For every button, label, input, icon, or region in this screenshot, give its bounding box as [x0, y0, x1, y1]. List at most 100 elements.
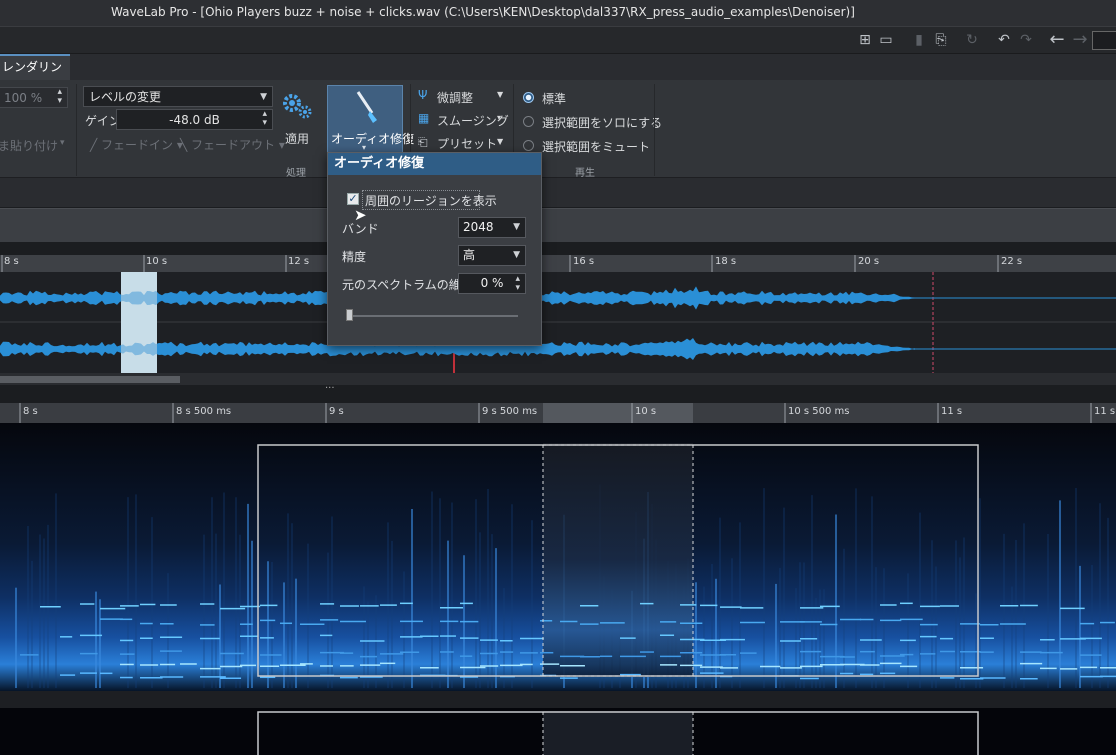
tick-label: 20 s: [858, 256, 880, 267]
audio-repair-popup: オーディオ修復 ✓ 周囲のリージョンを表示 ➤ バンド 2048 ▼ 精度 高 …: [327, 152, 542, 346]
redo-icon[interactable]: ↷: [1017, 31, 1035, 49]
band-select[interactable]: 2048 ▼: [458, 217, 526, 238]
tick-label: 8 s 500 ms: [176, 406, 232, 417]
tab-strip: レンダリング: [0, 54, 1116, 96]
preset-icon: ⎗: [418, 135, 428, 149]
history-icon[interactable]: ↻: [963, 31, 981, 49]
retain-slider-thumb[interactable]: [346, 309, 353, 321]
tick-label: 11 s: [1094, 406, 1116, 417]
band-value: 2048: [463, 220, 494, 234]
spinner-icon: ▴ ▾: [57, 87, 62, 106]
group-label-playback: 再生: [575, 168, 595, 179]
preset-label[interactable]: プリセット: [437, 135, 497, 152]
tick-label: 16 s: [573, 256, 595, 267]
playback-normal-label: 標準: [542, 92, 567, 106]
retain-slider-track[interactable]: [348, 315, 518, 317]
apply-label: 適用: [285, 132, 310, 146]
overview-scrollbar[interactable]: [0, 373, 1116, 385]
zoom-value: 100 %: [4, 91, 43, 105]
separator: [76, 84, 77, 176]
group-label-processing: 処理: [286, 168, 306, 179]
playback-solo-label: 選択範囲をソロにする: [542, 116, 663, 130]
fade-in-label: フェードイン: [101, 138, 174, 152]
retain-spectrum-field[interactable]: 0 % ▴ ▾: [458, 273, 526, 294]
add-marker-icon[interactable]: ⊞: [856, 31, 874, 49]
tick-label: 11 s: [941, 406, 963, 417]
time-ruler-overview[interactable]: 8 s 10 s 12 s 16 s 18 s 20 s 22 s: [0, 255, 1116, 272]
gain-value: -48.0 dB: [169, 113, 220, 127]
track-toolbar: [0, 208, 1116, 242]
fine-tune-label[interactable]: 微調整: [437, 89, 473, 106]
tab-rendering[interactable]: レンダリング: [0, 54, 70, 96]
paste-label[interactable]: ま貼り付け: [0, 137, 58, 154]
tick-label: 12 s: [288, 256, 310, 267]
tick-label: 9 s 500 ms: [482, 406, 538, 417]
forward-arrow-icon[interactable]: →: [1071, 31, 1089, 49]
precision-value: 高: [463, 248, 476, 262]
radio-normal[interactable]: [523, 92, 534, 103]
show-region-checkbox[interactable]: ✓: [347, 193, 359, 205]
level-select[interactable]: レベルの変更 ▼: [83, 86, 273, 107]
level-select-value: レベルの変更: [89, 90, 162, 104]
tick-label: 10 s 500 ms: [788, 406, 850, 417]
track-header: [0, 178, 1116, 207]
tick-label: 8 s: [4, 256, 19, 267]
fine-tune-icon: Ψ: [418, 88, 428, 102]
radio-mute[interactable]: [523, 140, 534, 151]
export-icon[interactable]: ⎘: [932, 31, 950, 49]
radio-solo[interactable]: [523, 116, 534, 127]
save-icon[interactable]: ▮: [910, 31, 928, 49]
audio-repair-label: オーディオ修復: [331, 132, 415, 146]
apply-button[interactable]: 適用: [278, 88, 316, 148]
ruler-ticks: [1, 255, 999, 272]
tick-label: 10 s: [635, 406, 657, 417]
preset-dropdown-icon[interactable]: ▼: [497, 137, 503, 146]
precision-select[interactable]: 高 ▼: [458, 245, 526, 266]
fine-tune-dropdown-icon[interactable]: ▼: [497, 90, 503, 99]
tick-label: 8 s: [23, 406, 38, 417]
smoothing-dropdown-icon[interactable]: ▾: [497, 113, 501, 122]
chevron-down-icon: ▾: [362, 143, 367, 152]
time-ruler-detail[interactable]: 8 s 8 s 500 ms 9 s 9 s 500 ms 10 s 10 s …: [0, 403, 1116, 423]
brush-icon: [356, 91, 377, 123]
tick-label: 10 s: [146, 256, 168, 267]
chevron-down-icon: ▼: [513, 222, 520, 232]
separator: [654, 84, 655, 176]
retain-spectrum-value: 0 %: [480, 276, 504, 290]
audio-repair-button[interactable]: オーディオ修復 ▾: [327, 85, 414, 153]
waveform-overview[interactable]: [0, 272, 1116, 373]
chevron-down-icon: ▼: [260, 92, 267, 102]
spectrogram[interactable]: [0, 423, 1116, 755]
smoothing-icon: ▦: [418, 111, 430, 125]
back-arrow-icon[interactable]: ←: [1048, 31, 1066, 49]
precision-label: 精度: [342, 250, 367, 264]
spectrogram-graphic: [0, 423, 1116, 755]
paste-dropdown-icon[interactable]: ▾: [60, 138, 65, 148]
toolbar: ⊞ ▭ ▮ ⎘ ↻ ↶ ↷ ← →: [0, 27, 1116, 54]
zoom-field[interactable]: 100 % ▴ ▾: [0, 87, 68, 108]
retain-spectrum-label: 元のスペクトラムの維持: [342, 278, 473, 292]
fade-in-button[interactable]: ╱ フェードイン ▾: [90, 136, 183, 153]
fade-out-button[interactable]: ╲ フェードアウト ▾: [180, 136, 285, 153]
band-label: バンド: [342, 222, 379, 236]
show-region-label: 周囲のリージョンを表示: [365, 194, 497, 208]
repair-region[interactable]: [543, 443, 693, 677]
open-folder-icon[interactable]: ▭: [877, 31, 895, 49]
splitter-handle[interactable]: ...: [325, 380, 335, 391]
popup-title: オーディオ修復: [328, 153, 541, 175]
toolbar-field[interactable]: [1092, 31, 1116, 50]
tick-label: 18 s: [715, 256, 737, 267]
tick-label: 9 s: [329, 406, 344, 417]
fade-out-label: フェードアウト: [191, 138, 276, 152]
tick-label: 22 s: [1001, 256, 1023, 267]
title-bar: WaveLab Pro - [Ohio Players buzz + noise…: [0, 0, 1116, 27]
window-title: WaveLab Pro - [Ohio Players buzz + noise…: [111, 5, 855, 19]
scrollbar-thumb[interactable]: [0, 376, 180, 383]
undo-icon[interactable]: ↶: [995, 31, 1013, 49]
gears-icon: [283, 94, 312, 119]
gain-field[interactable]: -48.0 dB ▴ ▾: [116, 109, 273, 130]
ribbon: 100 % ▴ ▾ ま貼り付け ▾ レベルの変更 ▼ ゲイン -48.0 dB ▴…: [0, 80, 1116, 179]
spinner-icon: ▴ ▾: [515, 274, 520, 293]
chevron-down-icon: ▼: [513, 250, 520, 260]
playback-mute-label: 選択範囲をミュート: [542, 140, 651, 154]
